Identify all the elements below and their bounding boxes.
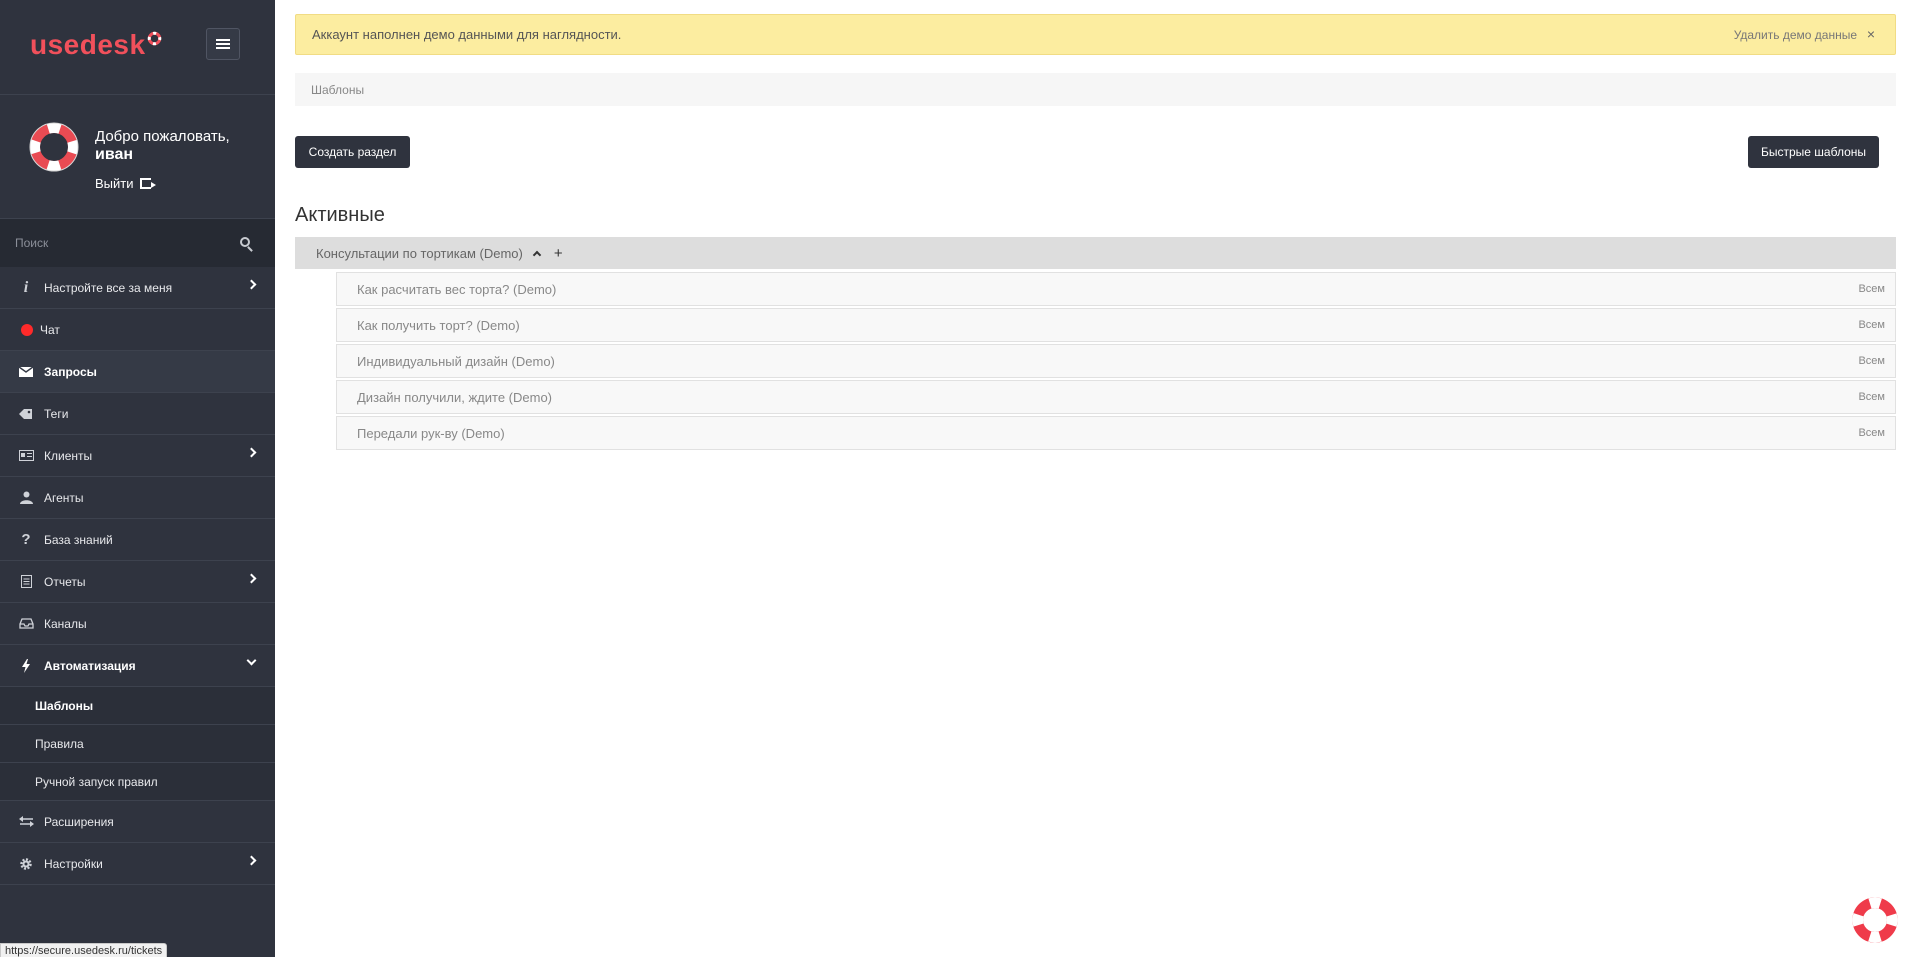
sidebar-item-label: Расширения xyxy=(44,814,114,829)
logout-icon xyxy=(139,178,156,189)
template-title: Как получить торт? (Demo) xyxy=(357,317,520,333)
chevron-down-icon xyxy=(246,655,257,666)
demo-alert: Аккаунт наполнен демо данными для нагляд… xyxy=(295,14,1896,55)
status-bar-url: https://secure.usedesk.ru/tickets xyxy=(0,943,168,957)
close-icon[interactable]: × xyxy=(1867,26,1875,42)
sidebar-item-tags[interactable]: Теги xyxy=(0,393,275,435)
welcome-text: Добро пожаловать, xyxy=(95,128,230,145)
breadcrumb: Шаблоны xyxy=(295,73,1896,106)
template-scope: Всем xyxy=(1858,427,1885,439)
tag-icon xyxy=(18,407,34,421)
chevron-right-icon xyxy=(246,855,257,866)
help-lifebuoy-icon[interactable] xyxy=(1851,896,1899,944)
chat-status-icon xyxy=(21,323,33,336)
template-scope: Всем xyxy=(1858,319,1885,331)
sidebar-item-label: Чат xyxy=(40,322,60,337)
sidebar-subitem-rules[interactable]: Правила xyxy=(0,725,275,763)
logo-bar: usedesk xyxy=(0,0,275,95)
template-title: Дизайн получили, ждите (Demo) xyxy=(357,389,553,405)
report-icon xyxy=(18,575,34,589)
search-input[interactable] xyxy=(0,219,235,267)
inbox-icon xyxy=(18,617,34,631)
chevron-right-icon xyxy=(246,279,257,290)
quick-templates-button[interactable]: Быстрые шаблоны xyxy=(1748,136,1879,168)
id-card-icon xyxy=(18,449,34,463)
template-scope: Всем xyxy=(1858,391,1885,403)
sidebar-subitem-label: Правила xyxy=(35,736,84,751)
gear-icon xyxy=(18,857,34,871)
sidebar-item-label: Агенты xyxy=(44,490,84,505)
template-row[interactable]: Индивидуальный дизайн (Demo) Всем xyxy=(336,344,1896,378)
lifebuoy-logo-icon xyxy=(147,31,161,46)
template-row[interactable]: Как расчитать вес торта? (Demo) Всем xyxy=(336,272,1896,306)
sidebar-item-label: Клиенты xyxy=(44,448,93,463)
sidebar-item-settings[interactable]: Настройки xyxy=(0,843,275,885)
sidebar-item-automation[interactable]: Автоматизация xyxy=(0,645,275,687)
alert-text: Аккаунт наполнен демо данными для нагляд… xyxy=(312,27,622,42)
sidebar-item-chat[interactable]: Чат xyxy=(0,309,275,351)
sidebar-item-requests[interactable]: Запросы xyxy=(0,351,275,393)
sidebar-item-label: Настройки xyxy=(44,856,103,871)
sidebar-item-reports[interactable]: Отчеты xyxy=(0,561,275,603)
logout-label: Выйти xyxy=(95,176,134,191)
sidebar-item-label: Запросы xyxy=(44,364,97,379)
chevron-up-icon[interactable] xyxy=(532,250,542,260)
sidebar-item-extensions[interactable]: Расширения xyxy=(0,801,275,843)
sidebar-item-label: Автоматизация xyxy=(44,658,136,673)
lightning-icon xyxy=(18,658,34,673)
breadcrumb-item[interactable]: Шаблоны xyxy=(311,83,364,97)
sidebar: usedesk Добро пожаловать, иван Выйти i xyxy=(0,0,275,957)
group-title: Консультации по тортикам (Demo) xyxy=(316,245,523,261)
envelope-icon xyxy=(18,365,34,379)
template-scope: Всем xyxy=(1858,355,1885,367)
template-row[interactable]: Дизайн получили, ждите (Demo) Всем xyxy=(336,380,1896,414)
logout-link[interactable]: Выйти xyxy=(95,176,156,191)
add-template-icon[interactable]: + xyxy=(554,245,563,262)
sidebar-item-label: Теги xyxy=(44,406,69,421)
chevron-right-icon xyxy=(246,447,257,458)
template-scope: Всем xyxy=(1858,283,1885,295)
sidebar-item-channels[interactable]: Каналы xyxy=(0,603,275,645)
sidebar-subitem-label: Ручной запуск правил xyxy=(35,774,158,789)
sidebar-subitem-label: Шаблоны xyxy=(35,698,94,713)
sidebar-item-setup[interactable]: i Настройте все за меня xyxy=(0,267,275,309)
user-icon xyxy=(18,491,34,505)
sidebar-item-knowledge-base[interactable]: ? База знаний xyxy=(0,519,275,561)
question-icon: ? xyxy=(21,531,31,548)
hamburger-icon xyxy=(216,39,230,49)
chevron-right-icon xyxy=(246,573,257,584)
menu-toggle-button[interactable] xyxy=(206,28,240,60)
sidebar-item-label: Каналы xyxy=(44,616,87,631)
sidebar-item-label: Настройте все за меня xyxy=(44,280,173,295)
sidebar-subitem-manual-rules[interactable]: Ручной запуск правил xyxy=(0,763,275,801)
template-group-header[interactable]: Консультации по тортикам (Demo) + xyxy=(295,237,1896,269)
template-title: Передали рук-ву (Demo) xyxy=(357,425,505,441)
main-content: Аккаунт наполнен демо данными для нагляд… xyxy=(295,0,1907,957)
sidebar-item-label: Отчеты xyxy=(44,574,86,589)
template-row[interactable]: Передали рук-ву (Demo) Всем xyxy=(336,416,1896,450)
search-icon[interactable] xyxy=(240,237,250,247)
user-block: Добро пожаловать, иван Выйти xyxy=(0,95,275,219)
usedesk-logo[interactable]: usedesk xyxy=(30,29,162,61)
sidebar-item-clients[interactable]: Клиенты xyxy=(0,435,275,477)
logo-text: usedesk xyxy=(30,29,146,60)
sidebar-item-agents[interactable]: Агенты xyxy=(0,477,275,519)
template-title: Как расчитать вес торта? (Demo) xyxy=(357,281,557,297)
info-icon: i xyxy=(23,278,29,296)
template-list: Как расчитать вес торта? (Demo) Всем Как… xyxy=(336,272,1896,452)
sidebar-subitem-templates[interactable]: Шаблоны xyxy=(0,687,275,725)
section-title: Активные xyxy=(295,204,385,226)
template-row[interactable]: Как получить торт? (Demo) Всем xyxy=(336,308,1896,342)
sidebar-item-label: База знаний xyxy=(44,532,113,547)
username: иван xyxy=(95,146,134,163)
create-section-button[interactable]: Создать раздел xyxy=(295,136,410,168)
avatar-lifebuoy-icon xyxy=(29,122,79,172)
sidebar-nav: i Настройте все за меня Чат Запросы Теги… xyxy=(0,267,275,885)
sidebar-search xyxy=(0,219,275,267)
template-title: Индивидуальный дизайн (Demo) xyxy=(357,353,555,369)
exchange-icon xyxy=(18,815,34,829)
delete-demo-data-link[interactable]: Удалить демо данные xyxy=(1734,28,1857,42)
